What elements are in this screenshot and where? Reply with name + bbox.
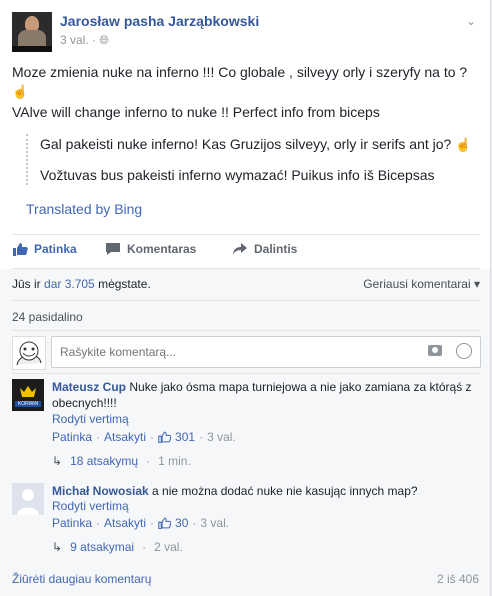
share-label: Dalintis xyxy=(254,242,298,256)
share-button[interactable]: Dalintis xyxy=(232,242,297,256)
comment-input[interactable] xyxy=(58,344,402,360)
author-name[interactable]: Jarosław pasha Jarząbkowski xyxy=(60,13,259,29)
post-card: Jarosław pasha Jarząbkowski 3 val. · 🌐︎ … xyxy=(0,0,491,596)
divider xyxy=(12,300,480,301)
translation-line-2: Vožtuvas bus pakeisti inferno wymazać! P… xyxy=(40,167,435,183)
show-translation-link[interactable]: Rodyti vertimą xyxy=(52,499,129,513)
likes-summary: Jūs ir dar 3.705 mėgstate. xyxy=(12,277,151,291)
comment-actions: Patinka · Atsakyti · 301 · 3 val. xyxy=(52,430,236,444)
caret-down-icon: ▾ xyxy=(473,277,480,291)
replies-toggle[interactable]: ↳ 18 atsakymų · 1 min. xyxy=(52,454,191,468)
comment-label: Komentaras xyxy=(127,242,197,256)
comment-reply-link[interactable]: Atsakyti xyxy=(104,430,146,444)
like-button[interactable]: Patinka xyxy=(12,242,77,256)
post-actions: Patinka Komentaras Dalintis xyxy=(12,240,480,262)
emoji-icon[interactable] xyxy=(456,343,472,359)
post-header: Jarosław pasha Jarząbkowski 3 val. · 🌐︎ … xyxy=(12,12,478,52)
translation-line-1: Gal pakeisti nuke inferno! Kas Gruzijos … xyxy=(40,136,452,152)
comment-author[interactable]: Michał Nowosiak xyxy=(52,484,149,498)
thumbs-up-icon xyxy=(13,243,28,256)
comment-text: Michał Nowosiak a nie można dodać nuke n… xyxy=(52,483,478,499)
replies-count[interactable]: 18 atsakymų xyxy=(70,454,138,468)
thumbs-up-icon xyxy=(158,431,172,443)
comments-count: 2 iš 406 xyxy=(436,572,479,586)
comment-avatar[interactable]: KORWiN xyxy=(12,379,44,411)
globe-icon: 🌐︎ xyxy=(99,33,109,47)
comment-like-link[interactable]: Patinka xyxy=(52,430,92,444)
camera-icon[interactable] xyxy=(428,345,442,356)
post-line-1: Moze zmienia nuke na inferno !!! Co glob… xyxy=(12,64,468,80)
reply-arrow-icon: ↳ xyxy=(52,454,63,468)
view-more-comments-link[interactable]: Žiūrėti daugiau komentarų xyxy=(12,572,151,586)
replies-count[interactable]: 9 atsakymai xyxy=(70,540,134,554)
comment-like-count[interactable]: 301 xyxy=(175,430,195,444)
post-body: Moze zmienia nuke na inferno !!! Co glob… xyxy=(12,63,480,122)
chevron-down-icon[interactable]: ⌄ xyxy=(466,14,476,28)
comment-composer[interactable] xyxy=(51,336,481,368)
translate-hand-icon[interactable]: ☝ xyxy=(455,137,471,152)
comment-time[interactable]: 3 val. xyxy=(207,430,236,444)
comment-time[interactable]: 3 val. xyxy=(200,516,229,530)
like-label: Patinka xyxy=(34,242,77,256)
replies-time: 1 min. xyxy=(158,454,191,468)
my-avatar xyxy=(12,336,46,370)
post-time[interactable]: 3 val. xyxy=(60,33,89,47)
comment-like-link[interactable]: Patinka xyxy=(52,516,92,530)
comment-like-count[interactable]: 30 xyxy=(175,516,188,530)
comment-actions: Patinka · Atsakyti · 30 · 3 val. xyxy=(52,516,230,530)
post-line-2: VAlve will change inferno to nuke !! Per… xyxy=(12,104,380,120)
post-meta: 3 val. · 🌐︎ xyxy=(60,33,109,47)
translated-by-link[interactable]: Translated by Bing xyxy=(26,201,142,217)
translation-block: Gal pakeisti nuke inferno! Kas Gruzijos … xyxy=(26,134,490,185)
likes-count-link[interactable]: dar 3.705 xyxy=(44,277,95,291)
divider xyxy=(12,373,480,374)
thumbs-up-icon xyxy=(158,517,172,529)
sort-dropdown[interactable]: Geriausi komentarai ▾ xyxy=(363,277,480,291)
show-translation-link[interactable]: Rodyti vertimą xyxy=(52,412,129,426)
divider xyxy=(12,234,480,235)
speech-bubble-icon xyxy=(106,243,120,255)
author-avatar[interactable] xyxy=(12,12,52,52)
comment-text: Mateusz Cup Nuke jako ósma mapa turniejo… xyxy=(52,379,478,411)
comment-avatar[interactable] xyxy=(12,483,44,515)
avatar-label: KORWiN xyxy=(17,401,39,407)
replies-time: 2 val. xyxy=(154,540,183,554)
replies-toggle[interactable]: ↳ 9 atsakymai · 2 val. xyxy=(52,540,183,554)
comment-author[interactable]: Mateusz Cup xyxy=(52,380,126,394)
comment-button[interactable]: Komentaras xyxy=(105,242,196,256)
translate-hand-icon[interactable]: ☝ xyxy=(12,84,28,99)
comment-reply-link[interactable]: Atsakyti xyxy=(104,516,146,530)
shares-count[interactable]: 24 pasidalino xyxy=(12,310,83,324)
reply-arrow-icon: ↳ xyxy=(52,540,63,554)
share-arrow-icon xyxy=(233,243,247,255)
comment-body: a nie można dodać nuke nie kasując innyc… xyxy=(152,484,418,498)
divider xyxy=(12,330,480,331)
